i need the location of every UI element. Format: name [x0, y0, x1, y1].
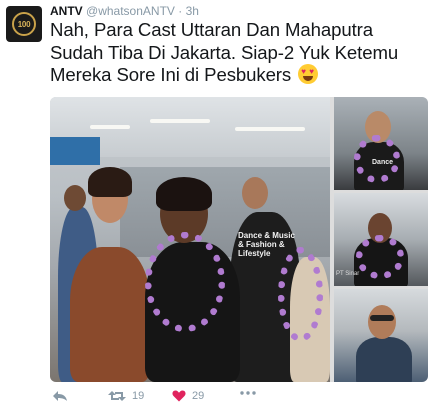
terminal-window	[120, 167, 330, 257]
tweet-media[interactable]: Dance & Music & Fashion & Lifestyle Danc…	[50, 97, 428, 382]
heart-icon	[172, 390, 186, 402]
retweet-icon	[108, 391, 126, 401]
retweet-count: 19	[132, 390, 145, 402]
more-icon	[240, 391, 256, 395]
person-head	[64, 185, 86, 211]
flower-garland	[145, 232, 225, 332]
retweet-button[interactable]: 19	[108, 390, 144, 402]
like-count: 29	[192, 390, 205, 402]
reply-icon	[53, 391, 67, 401]
thumbnail-photo-3[interactable]	[334, 289, 428, 382]
reply-button[interactable]	[52, 390, 68, 402]
tweet-text: Nah, Para Cast Uttaran Dan Mahaputra Sud…	[50, 19, 422, 87]
ceiling-light	[235, 127, 305, 131]
author-handle[interactable]: @whatsonANTV	[86, 4, 175, 18]
tweet-header: ANTV @whatsonANTV · 3h	[50, 4, 199, 18]
sunglasses	[370, 315, 394, 321]
person-head	[242, 177, 268, 209]
tweet-body: Nah, Para Cast Uttaran Dan Mahaputra Sud…	[50, 19, 399, 85]
ceiling-light	[150, 119, 210, 123]
background-sign-text: PT Sinar	[336, 271, 360, 277]
like-button[interactable]: 29	[172, 390, 204, 402]
woman-patterned-top	[70, 247, 150, 382]
terminal-sign	[50, 137, 100, 165]
anniversary-logo: 100	[12, 12, 36, 36]
main-photo[interactable]: Dance & Music & Fashion & Lifestyle	[50, 97, 330, 382]
thumbnail-photo-2[interactable]: PT Sinar	[334, 193, 428, 286]
flower-garland	[278, 247, 323, 342]
more-button[interactable]	[240, 390, 256, 396]
ceiling-light	[90, 125, 130, 129]
hair	[156, 177, 212, 211]
avatar[interactable]: 100	[6, 6, 42, 42]
person-head	[368, 305, 396, 339]
hair	[88, 167, 132, 197]
shirt-print: Dance	[372, 159, 394, 166]
header-separator: ·	[178, 4, 183, 18]
thumbnail-photo-1[interactable]: Dance	[334, 97, 428, 190]
avatar-logo-text: 100	[17, 19, 31, 29]
heart-eyes-emoji: ♥ ♥	[298, 64, 319, 84]
author-name[interactable]: ANTV	[50, 4, 83, 18]
flower-garland	[356, 235, 404, 279]
tweet-time[interactable]: 3h	[186, 4, 199, 18]
person-jacket	[356, 337, 412, 382]
